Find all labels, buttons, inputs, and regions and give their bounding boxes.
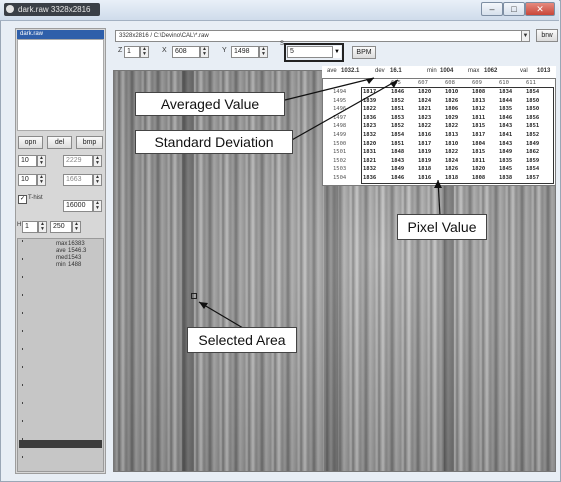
callout-pixel-value: Pixel Value xyxy=(397,214,487,240)
callout-selected-area: Selected Area xyxy=(187,327,297,353)
annotation-arrows xyxy=(198,77,442,329)
callout-standard-deviation: Standard Deviation xyxy=(135,130,293,154)
callout-averaged-value: Averaged Value xyxy=(135,92,285,116)
